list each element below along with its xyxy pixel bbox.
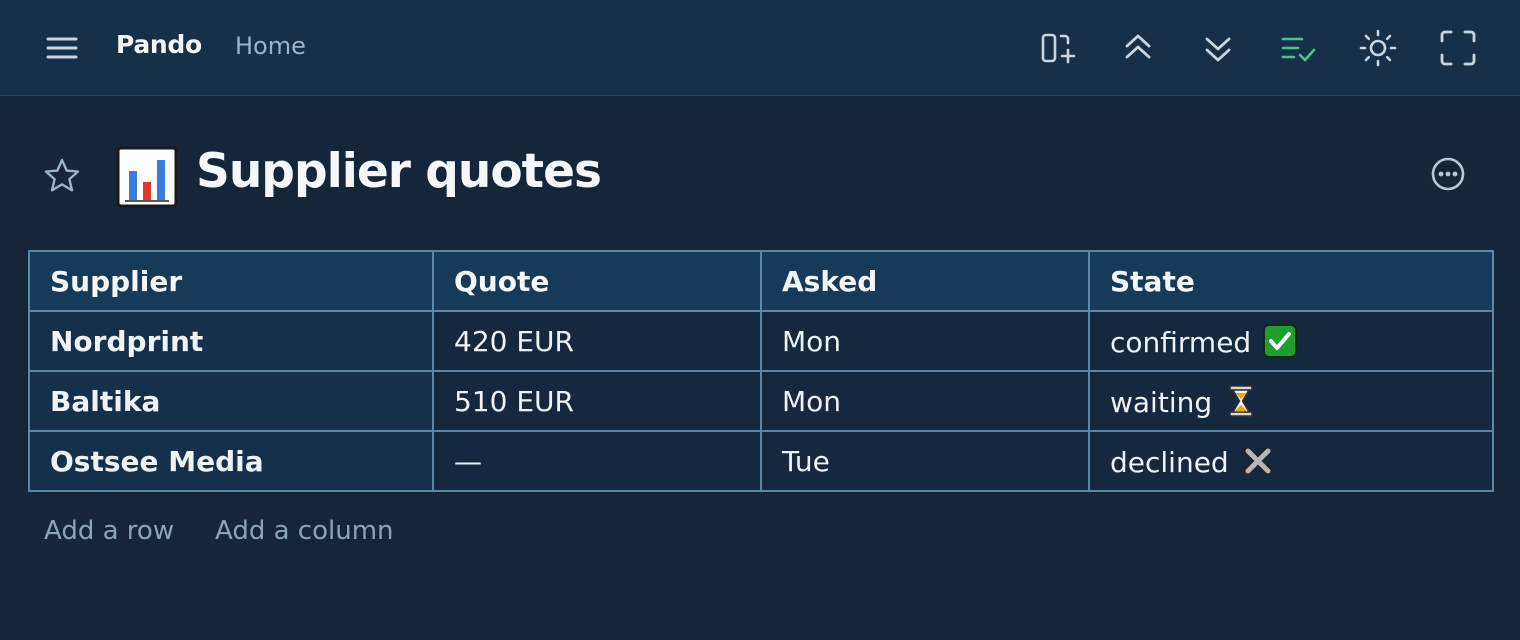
top-bar: Pando Home	[0, 0, 1520, 96]
table-header-row: Supplier Quote Asked State	[28, 250, 1494, 312]
cell-quote[interactable]: —	[432, 430, 762, 492]
favorite-star-icon[interactable]	[42, 156, 82, 196]
cell-quote[interactable]: 510 EUR	[432, 370, 762, 432]
state-text: declined	[1110, 445, 1229, 479]
state-text: confirmed	[1110, 325, 1252, 359]
table-row: Nordprint 420 EUR Mon confirmed	[28, 310, 1494, 372]
add-row-button[interactable]: Add a row	[44, 516, 174, 546]
page-title[interactable]: Supplier quotes	[196, 144, 602, 199]
hourglass-icon	[1224, 384, 1258, 418]
new-page-icon[interactable]	[1038, 28, 1078, 68]
add-column-button[interactable]: Add a column	[215, 516, 394, 546]
bar-chart-emoji	[116, 146, 178, 208]
cell-asked[interactable]: Mon	[760, 370, 1090, 432]
expand-all-icon[interactable]	[1198, 28, 1238, 68]
cell-supplier[interactable]: Nordprint	[28, 310, 434, 372]
menu-icon[interactable]	[44, 34, 80, 62]
collapse-all-icon[interactable]	[1118, 28, 1158, 68]
table-row: Baltika 510 EUR Mon waiting	[28, 370, 1494, 432]
cell-supplier[interactable]: Baltika	[28, 370, 434, 432]
column-header-asked[interactable]: Asked	[760, 250, 1090, 312]
fullscreen-icon[interactable]	[1438, 28, 1478, 68]
state-text: waiting	[1110, 385, 1213, 419]
column-header-state[interactable]: State	[1088, 250, 1494, 312]
cross-mark-icon	[1241, 444, 1275, 478]
cell-asked[interactable]: Tue	[760, 430, 1090, 492]
table-row: Ostsee Media — Tue declined	[28, 430, 1494, 492]
cell-state[interactable]: declined	[1088, 430, 1494, 492]
column-header-quote[interactable]: Quote	[432, 250, 762, 312]
cell-supplier[interactable]: Ostsee Media	[28, 430, 434, 492]
cell-state[interactable]: confirmed	[1088, 310, 1494, 372]
cell-quote[interactable]: 420 EUR	[432, 310, 762, 372]
more-options-icon[interactable]	[1428, 154, 1468, 194]
app-name[interactable]: Pando	[116, 30, 202, 59]
cell-asked[interactable]: Mon	[760, 310, 1090, 372]
check-mark-icon	[1263, 323, 1298, 358]
column-header-supplier[interactable]: Supplier	[28, 250, 434, 312]
breadcrumb-home[interactable]: Home	[235, 32, 306, 60]
theme-sun-icon[interactable]	[1358, 28, 1398, 68]
supplier-table: Supplier Quote Asked State Nordprint 420…	[28, 250, 1494, 492]
checklist-icon[interactable]	[1278, 28, 1318, 68]
cell-state[interactable]: waiting	[1088, 370, 1494, 432]
